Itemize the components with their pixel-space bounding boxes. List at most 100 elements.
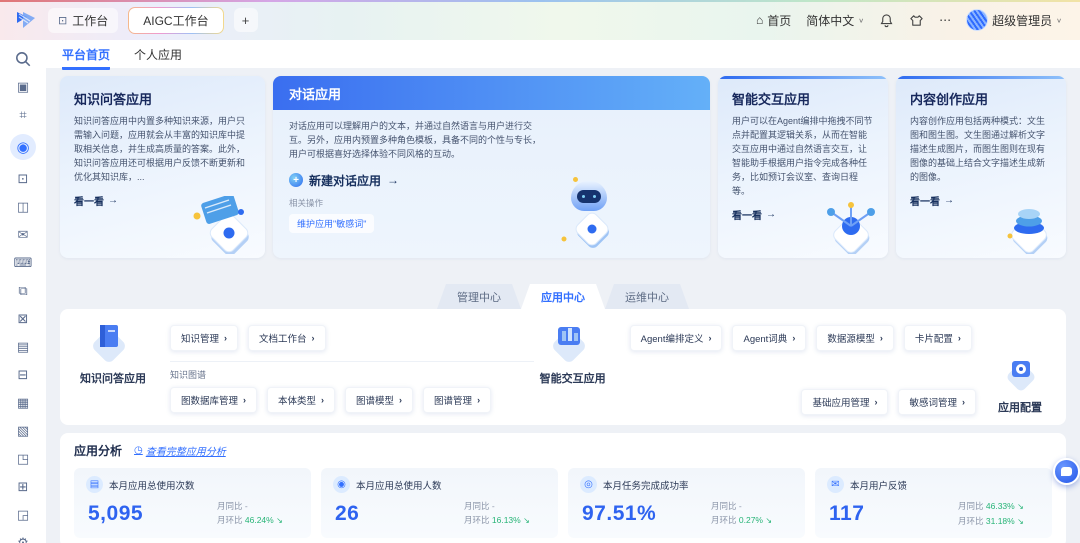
app-logo <box>14 8 38 32</box>
stat-value: 5,095 <box>88 502 143 526</box>
view-full-analysis-link[interactable]: ◷ 查看完整应用分析 <box>134 443 226 458</box>
aigc-workbench-app: ⊡ 工作台 AIGC工作台 + ⌂ 首页 简体中文 ∨ ⋯ <box>0 0 1080 543</box>
stat-label: 本月用户反馈 <box>850 478 907 492</box>
more-menu-icon[interactable]: ⋯ <box>939 13 951 27</box>
rings-illustration <box>986 202 1058 254</box>
link-ontology-type[interactable]: 本体类型› <box>267 387 335 413</box>
section-divider <box>170 361 534 362</box>
stat-trends: 月同比 46.33% ↘ 月环比 31.18% ↘ <box>958 499 1040 528</box>
workspace-tab[interactable]: ⊡ 工作台 <box>48 8 118 33</box>
pill-label: Agent编排定义 <box>641 331 704 345</box>
workflow-icon[interactable]: ⧉ <box>14 282 32 300</box>
look-link-label: 看一看 <box>910 193 940 208</box>
stat-trends: 月同比 - 月环比 46.24% ↘ <box>217 499 299 528</box>
capture-icon[interactable]: ◲ <box>14 506 32 524</box>
app-gallery-icon[interactable]: ▣ <box>14 78 32 96</box>
trend-down-icon: ↘ <box>765 516 772 525</box>
app-center-panel: 知识问答应用 知识管理› 文档工作台› 知识图谱 图数据库管理› 本体类 <box>60 309 1066 425</box>
aigc-workspace-tab[interactable]: AIGC工作台 <box>129 8 222 33</box>
mail-config-icon[interactable]: ✉ <box>14 226 32 244</box>
customer-service-floating-button[interactable] <box>1053 458 1080 485</box>
tab-platform-home[interactable]: 平台首页 <box>62 46 110 70</box>
section-knowledge-qa: 知识问答应用 知识管理› 文档工作台› 知识图谱 图数据库管理› 本体类 <box>74 319 534 415</box>
link-knowledge-management[interactable]: 知识管理› <box>170 325 238 351</box>
create-dialog-app-label: 新建对话应用 <box>309 172 381 189</box>
keyboard-icon[interactable]: ⌨ <box>14 254 32 272</box>
atom-illustration <box>808 202 880 254</box>
org-structure-icon[interactable]: ⌗ <box>14 106 32 124</box>
maintain-sensitive-words-link[interactable]: 维护应用"敏感词" <box>289 214 374 233</box>
stat-user-feedback: ✉ 本月用户反馈 117 月同比 46.33% ↘ 月环比 31.18% ↘ <box>815 468 1052 538</box>
section-smart-interaction: 智能交互应用 Agent编排定义› Agent词典› 数据源模型› 卡片配置› <box>534 319 1052 415</box>
search-icon[interactable] <box>14 50 32 68</box>
user-name: 超级管理员 <box>992 12 1052 29</box>
link-graph-management[interactable]: 图谱管理› <box>423 387 491 413</box>
section-app-config: 基础应用管理› 敏感词管理› 应用配置 <box>801 356 1052 415</box>
language-selector[interactable]: 简体中文 ∨ <box>806 12 864 29</box>
card-description: 知识问答应用中内置多种知识来源，用户只需输入问题，应用就会从丰富的知识库中提取相… <box>60 115 265 185</box>
topbar-right: ⌂ 首页 简体中文 ∨ ⋯ 超级管理员 ∨ <box>756 9 1062 31</box>
tab-ops-center[interactable]: 运维中心 <box>605 284 689 309</box>
chat-bubble-icon <box>1061 467 1072 476</box>
chevron-down-icon: ∨ <box>1056 16 1062 23</box>
code-app-icon[interactable]: ⊡ <box>14 170 32 188</box>
web-app-icon[interactable]: ◫ <box>14 198 32 216</box>
tab-personal-apps[interactable]: 个人应用 <box>134 46 182 67</box>
stat-label: 本月任务完成成功率 <box>603 478 689 492</box>
home-link[interactable]: ⌂ 首页 <box>756 12 791 29</box>
chevron-right-icon: › <box>958 333 961 343</box>
trend-down-icon: ↘ <box>276 516 283 525</box>
chevron-right-icon: › <box>399 395 402 405</box>
ai-assistant-icon[interactable]: ◉ <box>10 134 36 160</box>
stat-label: 本月应用总使用次数 <box>109 478 195 492</box>
analysis-title: 应用分析 <box>74 442 122 459</box>
add-tab-button[interactable]: + <box>234 8 258 32</box>
create-dialog-app-button[interactable]: + 新建对话应用 → <box>289 172 545 189</box>
image-app-icon[interactable]: ▧ <box>14 422 32 440</box>
knowledge-illustration <box>179 196 257 254</box>
user-menu[interactable]: 超级管理员 ∨ <box>966 9 1062 31</box>
look-link-label: 看一看 <box>74 193 104 208</box>
notification-bell-icon[interactable] <box>879 13 894 28</box>
media-box-icon[interactable]: ⊠ <box>14 310 32 328</box>
link-agent-orchestration[interactable]: Agent编排定义› <box>630 325 723 351</box>
trend-down-icon: ↘ <box>1017 517 1024 526</box>
theme-skin-icon[interactable] <box>909 13 924 28</box>
card-content-creation[interactable]: 内容创作应用 内容创作应用包括两种模式：文生图和图生图。文生图通过解析文字描述生… <box>896 76 1066 258</box>
link-graph-db-management[interactable]: 图数据库管理› <box>170 387 257 413</box>
link-basic-app-management[interactable]: 基础应用管理› <box>801 389 888 415</box>
tab-app-center[interactable]: 应用中心 <box>521 284 605 309</box>
user-avatar <box>966 9 988 31</box>
link-agent-dictionary[interactable]: Agent词典› <box>732 325 806 351</box>
arrow-right-icon: → <box>108 195 118 206</box>
chevron-right-icon: › <box>880 333 883 343</box>
pill-label: Agent词典 <box>743 331 787 345</box>
feedback-stat-icon: ✉ <box>827 476 844 493</box>
arrow-right-icon: → <box>944 195 954 206</box>
pill-label: 文档工作台 <box>259 331 307 345</box>
report-icon[interactable]: ▦ <box>14 394 32 412</box>
link-sensitive-word-management[interactable]: 敏感词管理› <box>898 389 976 415</box>
stat-monthly-users: ◉ 本月应用总使用人数 26 月同比 - 月环比 16.13% ↘ <box>321 468 558 538</box>
app-config-icon <box>996 356 1044 392</box>
chat-icon[interactable]: ⊟ <box>14 366 32 384</box>
app-analysis-panel: 应用分析 ◷ 查看完整应用分析 ▤ 本月应用总使用次数 <box>60 433 1066 543</box>
robot-illustration <box>544 181 634 256</box>
card-smart-interaction[interactable]: 智能交互应用 用户可以在Agent编排中拖拽不同节点并配置其逻辑关系，从而在智能… <box>718 76 888 258</box>
pill-label: 知识管理 <box>181 331 219 345</box>
stat-value: 97.51% <box>582 502 656 526</box>
screen-share-icon[interactable]: ◳ <box>14 450 32 468</box>
cluster-icon[interactable]: ⊞ <box>14 478 32 496</box>
pill-label: 卡片配置 <box>915 331 953 345</box>
link-datasource-model[interactable]: 数据源模型› <box>816 325 894 351</box>
tab-manage-center[interactable]: 管理中心 <box>437 284 521 309</box>
settings-gear-icon[interactable]: ⚙ <box>14 534 32 543</box>
link-graph-model[interactable]: 图谱模型› <box>345 387 413 413</box>
card-description: 用户可以在Agent编排中拖拽不同节点并配置其逻辑关系，从而在智能交互应用中通过… <box>718 115 888 199</box>
card-description: 对话应用可以理解用户的文本，并通过自然语言与用户进行交互。另外，应用内预置多种角… <box>289 120 545 162</box>
link-card-config[interactable]: 卡片配置 › <box>904 325 972 351</box>
dashboard-icon[interactable]: ▤ <box>14 338 32 356</box>
link-doc-workbench[interactable]: 文档工作台› <box>248 325 326 351</box>
card-dialog-app[interactable]: 对话应用 对话应用可以理解用户的文本，并通过自然语言与用户进行交互。另外，应用内… <box>273 76 710 258</box>
card-knowledge-qa[interactable]: 知识问答应用 知识问答应用中内置多种知识来源，用户只需输入问题，应用就会从丰富的… <box>60 76 265 258</box>
